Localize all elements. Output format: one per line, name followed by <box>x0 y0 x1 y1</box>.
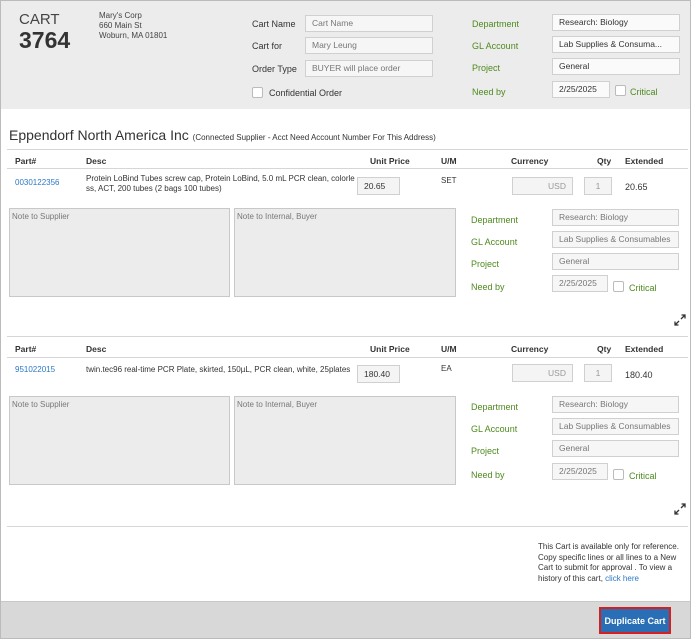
line-1-department-field[interactable]: Research: Biology <box>552 209 679 226</box>
column-qty: Qty <box>597 156 612 166</box>
critical-label: Critical <box>630 87 658 97</box>
column-desc: Desc <box>86 344 107 354</box>
divider <box>7 526 688 527</box>
reference-info: This Cart is available only for referenc… <box>538 542 688 584</box>
cart-for-field[interactable]: Mary Leung <box>305 37 433 54</box>
line-2-note-to-internal[interactable]: Note to Internal, Buyer <box>234 396 456 485</box>
line-1-need-by-label: Need by <box>471 282 505 292</box>
supplier-note: (Connected Supplier - Acct Need Account … <box>192 133 436 142</box>
divider <box>7 336 688 337</box>
line-2-unit-price[interactable]: 180.40 <box>357 365 400 383</box>
line-2-part-link[interactable]: 951022015 <box>15 365 55 375</box>
cart-name-label: Cart Name <box>252 19 296 29</box>
line-2-note-to-supplier[interactable]: Note to Supplier <box>9 396 230 485</box>
line-1-qty[interactable]: 1 <box>584 177 612 195</box>
cart-label: CART <box>19 11 60 28</box>
line-2-need-by-label: Need by <box>471 470 505 480</box>
line-2-um: EA <box>441 364 452 373</box>
department-field[interactable]: Research: Biology <box>552 14 680 31</box>
project-label: Project <box>472 63 501 73</box>
line-1-unit-price[interactable]: 20.65 <box>357 177 400 195</box>
column-unit-price: Unit Price <box>370 156 410 166</box>
divider <box>7 149 688 150</box>
line-1-department-label: Department <box>471 215 519 225</box>
line-1-part-link[interactable]: 0030122356 <box>15 178 60 188</box>
line-2-need-by-field[interactable]: 2/25/2025 <box>552 463 608 480</box>
line-2-department-field[interactable]: Research: Biology <box>552 396 679 413</box>
department-label: Department <box>472 19 520 29</box>
need-by-label: Need by <box>472 87 506 97</box>
line-1-note-to-internal[interactable]: Note to Internal, Buyer <box>234 208 456 297</box>
line-1-project-label: Project <box>471 259 500 269</box>
duplicate-cart-button[interactable]: Duplicate Cart <box>599 607 671 634</box>
column-qty: Qty <box>597 344 612 354</box>
line-2-desc: twin.tec96 real-time PCR Plate, skirted,… <box>86 365 351 374</box>
cart-number: 3764 <box>19 27 71 53</box>
supplier-name: Eppendorf North America Inc <box>9 127 189 143</box>
line-1-um: SET <box>441 176 457 185</box>
line-2-qty[interactable]: 1 <box>584 364 612 382</box>
cart-name-input[interactable]: Cart Name <box>305 15 433 32</box>
collapse-icon[interactable] <box>674 314 686 326</box>
line-1-project-field[interactable]: General <box>552 253 679 270</box>
line-2-critical-checkbox[interactable] <box>613 469 624 480</box>
line-1-extended: 20.65 <box>625 182 648 192</box>
column-part: Part# <box>15 344 37 354</box>
cart-page: CART 3764 Mary's Corp 660 Main St Woburn… <box>0 0 691 639</box>
line-1-critical-label: Critical <box>629 283 657 293</box>
column-part: Part# <box>15 156 37 166</box>
line-2-department-label: Department <box>471 402 519 412</box>
divider <box>7 357 688 358</box>
line-2-project-label: Project <box>471 446 500 456</box>
column-um: U/M <box>441 156 457 166</box>
duplicate-cart-label: Duplicate Cart <box>604 615 666 626</box>
line-1-desc: Protein LoBind Tubes screw cap, Protein … <box>86 174 355 193</box>
line-1-need-by-field[interactable]: 2/25/2025 <box>552 275 608 292</box>
line-1-gl-account-field[interactable]: Lab Supplies & Consumables <box>552 231 679 248</box>
gl-account-label: GL Account <box>472 41 519 51</box>
line-2-currency[interactable]: USD <box>512 364 573 382</box>
order-type-field[interactable]: BUYER will place order <box>305 60 433 77</box>
line-1-note-to-supplier[interactable]: Note to Supplier <box>9 208 230 297</box>
line-2-critical-label: Critical <box>629 471 657 481</box>
need-by-field[interactable]: 2/25/2025 <box>552 81 610 98</box>
line-2-gl-account-label: GL Account <box>471 424 518 434</box>
column-currency: Currency <box>511 344 549 354</box>
confidential-label: Confidential Order <box>269 88 343 98</box>
confidential-checkbox[interactable] <box>252 87 263 98</box>
city-address: Woburn, MA 01801 <box>99 31 168 40</box>
column-um: U/M <box>441 344 457 354</box>
footer-bar <box>1 601 690 638</box>
supplier-title: Eppendorf North America Inc (Connected S… <box>9 127 436 143</box>
divider <box>7 168 688 169</box>
gl-account-field[interactable]: Lab Supplies & Consuma... <box>552 36 680 53</box>
critical-checkbox[interactable] <box>615 85 626 96</box>
company-name: Mary's Corp <box>99 11 142 20</box>
column-extended: Extended <box>625 156 664 166</box>
column-currency: Currency <box>511 156 549 166</box>
line-1-critical-checkbox[interactable] <box>613 281 624 292</box>
column-extended: Extended <box>625 344 664 354</box>
line-1-currency[interactable]: USD <box>512 177 573 195</box>
column-unit-price: Unit Price <box>370 344 410 354</box>
line-1-gl-account-label: GL Account <box>471 237 518 247</box>
column-desc: Desc <box>86 156 107 166</box>
cart-header: CART 3764 Mary's Corp 660 Main St Woburn… <box>1 1 690 109</box>
cart-for-label: Cart for <box>252 41 283 51</box>
street-address: 660 Main St <box>99 21 142 30</box>
expand-icon[interactable] <box>674 503 686 515</box>
line-2-gl-account-field[interactable]: Lab Supplies & Consumables <box>552 418 679 435</box>
history-link[interactable]: click here <box>605 574 639 583</box>
ship-address: Mary's Corp 660 Main St Woburn, MA 01801 <box>99 11 167 41</box>
line-2-extended: 180.40 <box>625 370 653 380</box>
order-type-label: Order Type <box>252 64 297 74</box>
project-field[interactable]: General <box>552 58 680 75</box>
line-2-project-field[interactable]: General <box>552 440 679 457</box>
